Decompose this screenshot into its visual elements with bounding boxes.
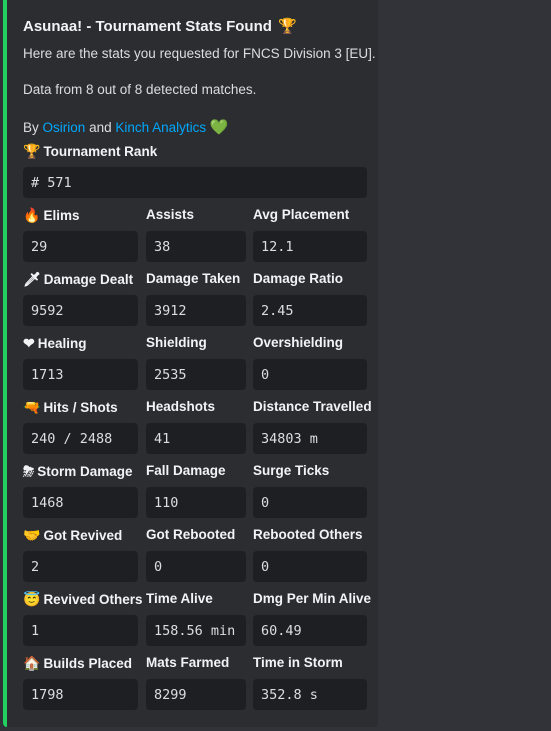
credits-and: and: [89, 120, 112, 135]
field-value-builds-placed: 1798: [23, 679, 138, 710]
field-value-got-revived: 2: [23, 551, 138, 582]
embed-credits: By Osirion and Kinch Analytics 💚: [23, 118, 229, 136]
field-name-dmg-per-min-alive: Dmg Per Min Alive: [253, 591, 372, 606]
field-name-time-in-storm: Time in Storm: [253, 655, 343, 670]
field-value-assists: 38: [146, 231, 246, 262]
water-gun-icon: 🔫: [23, 399, 41, 415]
credits-prefix: By: [23, 120, 39, 135]
field-name-headshots: Headshots: [146, 399, 216, 414]
storm-cloud-icon: ⛈: [23, 463, 35, 479]
embed-title-text: Asunaa! - Tournament Stats Found: [23, 18, 272, 35]
field-name-avg-placement: Avg Placement: [253, 207, 350, 222]
fire-icon: 🔥: [23, 207, 41, 223]
field-name-damage-dealt: 🗡 Damage Dealt: [23, 271, 134, 287]
field-value-revived-others: 1: [23, 615, 138, 646]
house-icon: 🏠: [23, 655, 41, 671]
field-name-overshielding: Overshielding: [253, 335, 344, 350]
field-name-builds-placed: 🏠 Builds Placed: [23, 655, 132, 671]
field-value-damage-ratio: 2.45: [253, 295, 367, 326]
field-name-shielding: Shielding: [146, 335, 207, 350]
field-name-time-alive: Time Alive: [146, 591, 213, 606]
field-name-elims: 🔥 Elims: [23, 207, 80, 223]
trophy-icon: 🏆: [278, 18, 297, 35]
field-value-damage-taken: 3912: [146, 295, 246, 326]
field-name-damage-ratio: Damage Ratio: [253, 271, 344, 286]
field-name-healing: ❤ Healing: [23, 335, 87, 351]
dagger-icon: 🗡: [23, 271, 41, 287]
field-value-shielding: 2535: [146, 359, 246, 390]
embed-description-line1: Here are the stats you requested for FNC…: [23, 46, 376, 61]
osirion-link[interactable]: Osirion: [43, 120, 86, 135]
field-name-mats-farmed: Mats Farmed: [146, 655, 230, 670]
field-name-distance-travelled: Distance Travelled: [253, 399, 372, 414]
heart-icon: ❤: [23, 335, 35, 351]
field-value-avg-placement: 12.1: [253, 231, 367, 262]
field-value-surge-ticks: 0: [253, 487, 367, 518]
field-value-healing: 1713: [23, 359, 138, 390]
field-value-hits-shots: 240 / 2488: [23, 423, 138, 454]
field-value-distance-travelled: 34803 m: [253, 423, 367, 454]
green-heart-icon: 💚: [209, 119, 229, 136]
field-name-revived-others: 😇 Revived Others: [23, 591, 143, 607]
embed-description-line2: Data from 8 out of 8 detected matches.: [23, 82, 257, 97]
field-value-dmg-per-min-alive: 60.49: [253, 615, 367, 646]
field-name-surge-ticks: Surge Ticks: [253, 463, 330, 478]
trophy-icon: 🏆: [23, 143, 41, 159]
field-value-damage-dealt: 9592: [23, 295, 138, 326]
embed-title: Asunaa! - Tournament Stats Found 🏆: [23, 17, 297, 35]
field-name-got-rebooted: Got Rebooted: [146, 527, 236, 542]
field-value-storm-damage: 1468: [23, 487, 138, 518]
stats-embed: Asunaa! - Tournament Stats Found 🏆 Here …: [3, 0, 378, 727]
field-name-fall-damage: Fall Damage: [146, 463, 226, 478]
handshake-icon: 🤝: [23, 527, 41, 543]
halo-face-icon: 😇: [23, 591, 41, 607]
field-value-elims: 29: [23, 231, 138, 262]
field-value-overshielding: 0: [253, 359, 367, 390]
field-value-time-alive: 158.56 min: [146, 615, 246, 646]
field-name-tournament-rank: 🏆 Tournament Rank: [23, 143, 158, 159]
field-value-headshots: 41: [146, 423, 246, 454]
field-name-hits-shots: 🔫 Hits / Shots: [23, 399, 118, 415]
field-name-storm-damage: ⛈ Storm Damage: [23, 463, 133, 479]
field-value-fall-damage: 110: [146, 487, 246, 518]
field-name-got-revived: 🤝 Got Revived: [23, 527, 123, 543]
field-value-got-rebooted: 0: [146, 551, 246, 582]
chat-background: [381, 0, 551, 731]
kinch-analytics-link[interactable]: Kinch Analytics: [115, 120, 206, 135]
field-value-mats-farmed: 8299: [146, 679, 246, 710]
field-value-time-in-storm: 352.8 s: [253, 679, 367, 710]
field-value-tournament-rank: # 571: [23, 167, 367, 198]
field-name-rebooted-others: Rebooted Others: [253, 527, 363, 542]
field-value-rebooted-others: 0: [253, 551, 367, 582]
field-name-damage-taken: Damage Taken: [146, 271, 241, 286]
field-name-assists: Assists: [146, 207, 195, 222]
